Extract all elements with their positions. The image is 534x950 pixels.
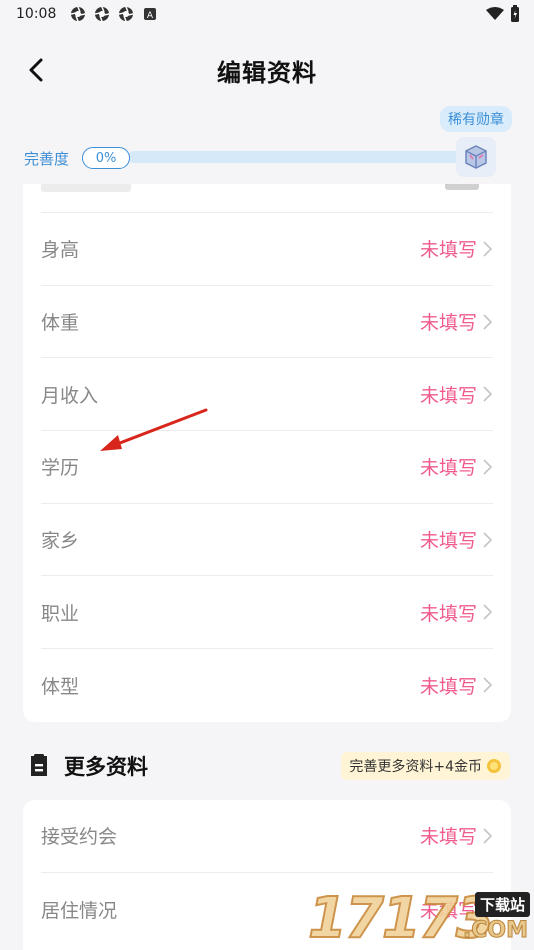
chevron-right-icon [483, 459, 493, 475]
watermark-domain: .COM [462, 918, 528, 944]
chevron-right-icon [483, 386, 493, 402]
hidden-row-fragment [445, 184, 479, 190]
row-label: 接受约会 [41, 826, 118, 849]
row-value-wrap: 未填写 [420, 526, 493, 553]
reward-pill: 完善更多资料+4金币 [341, 752, 510, 780]
status-right-icons [486, 5, 520, 23]
row-value-wrap: 未填写 [420, 308, 493, 335]
wifi-icon [486, 7, 504, 20]
row-value: 未填写 [419, 239, 477, 262]
row-value: 未填写 [419, 312, 477, 335]
chevron-right-icon [483, 677, 493, 694]
row-value-wrap: 未填写 [420, 822, 493, 849]
row-label: 月收入 [41, 384, 99, 407]
row-value: 未填写 [419, 457, 477, 480]
row-label: 学历 [41, 457, 80, 480]
battery-icon [511, 5, 519, 22]
row-occupation[interactable]: 职业 未填写 [41, 576, 493, 650]
status-time: 10:08 [16, 6, 57, 22]
reward-text: 完善更多资料+4金币 [349, 759, 482, 775]
back-chevron-icon [29, 58, 43, 82]
hidden-row-fragment [41, 184, 131, 192]
row-label: 体重 [41, 312, 80, 335]
aperture-icon [95, 6, 110, 22]
document-icon [31, 754, 47, 776]
row-height[interactable]: 身高 未填写 [41, 213, 493, 286]
row-value: 未填写 [419, 530, 477, 553]
section-title: 更多资料 [64, 755, 148, 779]
aperture-icon [119, 6, 134, 22]
a-badge-icon: A [144, 8, 157, 21]
row-value: 未填写 [419, 602, 477, 625]
partially-hidden-row [41, 184, 493, 213]
row-hometown[interactable]: 家乡 未填写 [41, 504, 493, 577]
row-value-wrap: 未填写 [420, 672, 493, 699]
rare-medal-badge[interactable]: 稀有勋章 [440, 106, 512, 132]
row-label: 家乡 [41, 530, 80, 553]
chevron-right-icon [483, 532, 493, 548]
medal-cube-icon [465, 145, 487, 169]
back-button[interactable] [18, 52, 54, 88]
chevron-right-icon [483, 604, 493, 620]
row-value-wrap: 未填写 [420, 235, 493, 262]
row-label: 身高 [41, 239, 80, 262]
row-value-wrap: 未填写 [420, 381, 493, 408]
row-value: 未填写 [419, 675, 477, 698]
top-header: 编辑资料 [0, 40, 534, 100]
row-accept-dating[interactable]: 接受约会 未填写 [41, 800, 493, 873]
watermark-logo: 17173 下载站 .COM [307, 884, 534, 950]
coin-icon [487, 759, 501, 773]
status-bar: 10:08 A [0, 0, 534, 28]
row-value-wrap: 未填写 [420, 599, 493, 626]
medal-icon[interactable] [456, 137, 496, 177]
page-title: 编辑资料 [217, 58, 317, 87]
profile-completeness: 稀有勋章 完善度 0% [0, 104, 534, 188]
more-info-section-header: 更多资料 完善更多资料+4金币 [28, 748, 512, 784]
row-label: 体型 [41, 675, 80, 698]
chevron-right-icon [483, 828, 493, 844]
row-label: 职业 [41, 602, 80, 625]
aperture-icon [71, 6, 86, 22]
row-value: 未填写 [419, 384, 477, 407]
row-weight[interactable]: 体重 未填写 [41, 286, 493, 359]
chevron-right-icon [483, 313, 493, 330]
row-body-type[interactable]: 体型 未填写 [41, 649, 493, 722]
row-value-wrap: 未填写 [420, 453, 493, 480]
completeness-progress-bar [128, 151, 464, 163]
red-arrow-annotation [100, 408, 208, 451]
completeness-label: 完善度 [24, 150, 70, 168]
completeness-percent: 0% [82, 147, 130, 169]
row-value: 未填写 [419, 826, 477, 849]
watermark-site: 下载站 [474, 892, 530, 917]
chevron-right-icon [483, 241, 493, 257]
svg-text:A: A [147, 11, 154, 21]
row-label: 居住情况 [41, 899, 118, 922]
